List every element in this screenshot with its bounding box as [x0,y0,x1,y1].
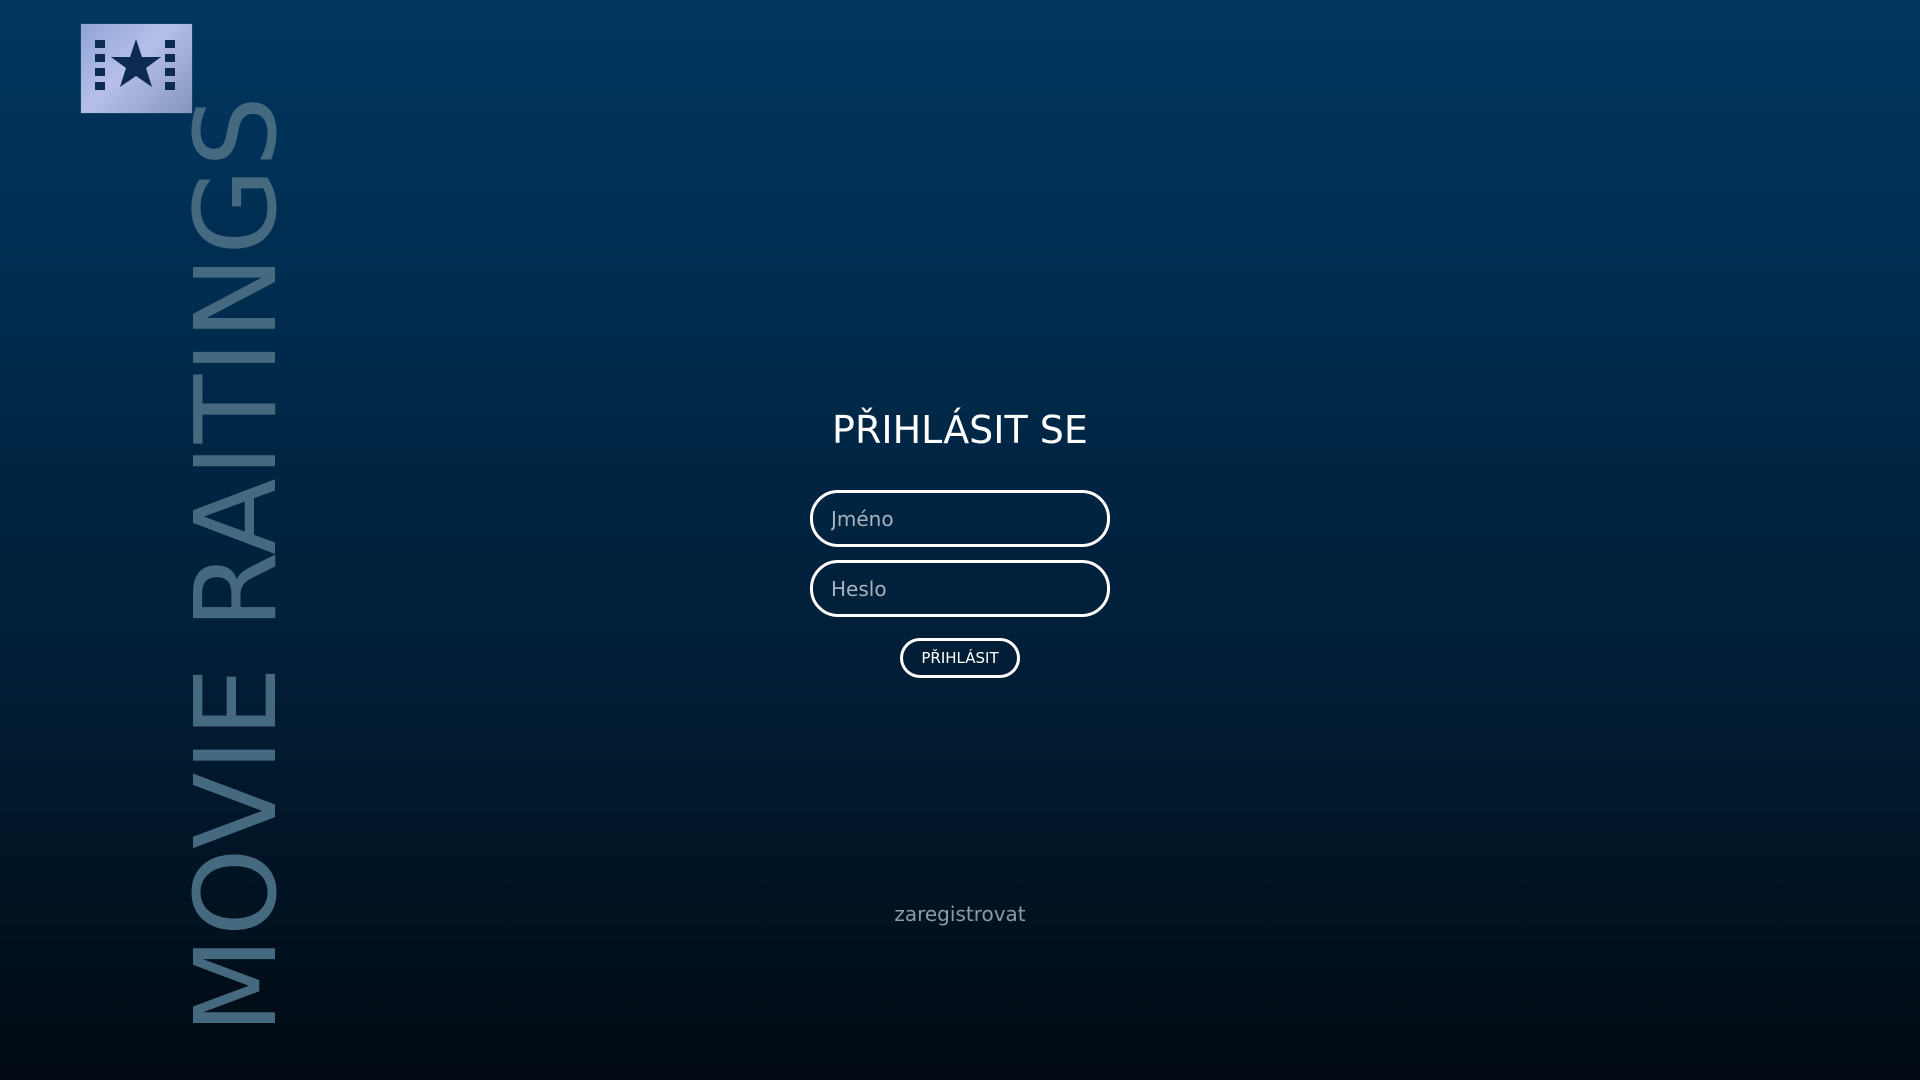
brand-sidebar: MOVIE RAITINGS [0,0,302,1080]
brand-title: MOVIE RAITINGS [172,95,302,1034]
login-title: PŘIHLÁSIT SE [832,408,1088,452]
login-button[interactable]: PŘIHLÁSIT [900,638,1020,678]
register-link[interactable]: zaregistrovat [860,897,1060,931]
password-input[interactable] [810,560,1110,617]
login-form: PŘIHLÁSIT SE PŘIHLÁSIT [760,402,1160,678]
name-input[interactable] [810,490,1110,547]
